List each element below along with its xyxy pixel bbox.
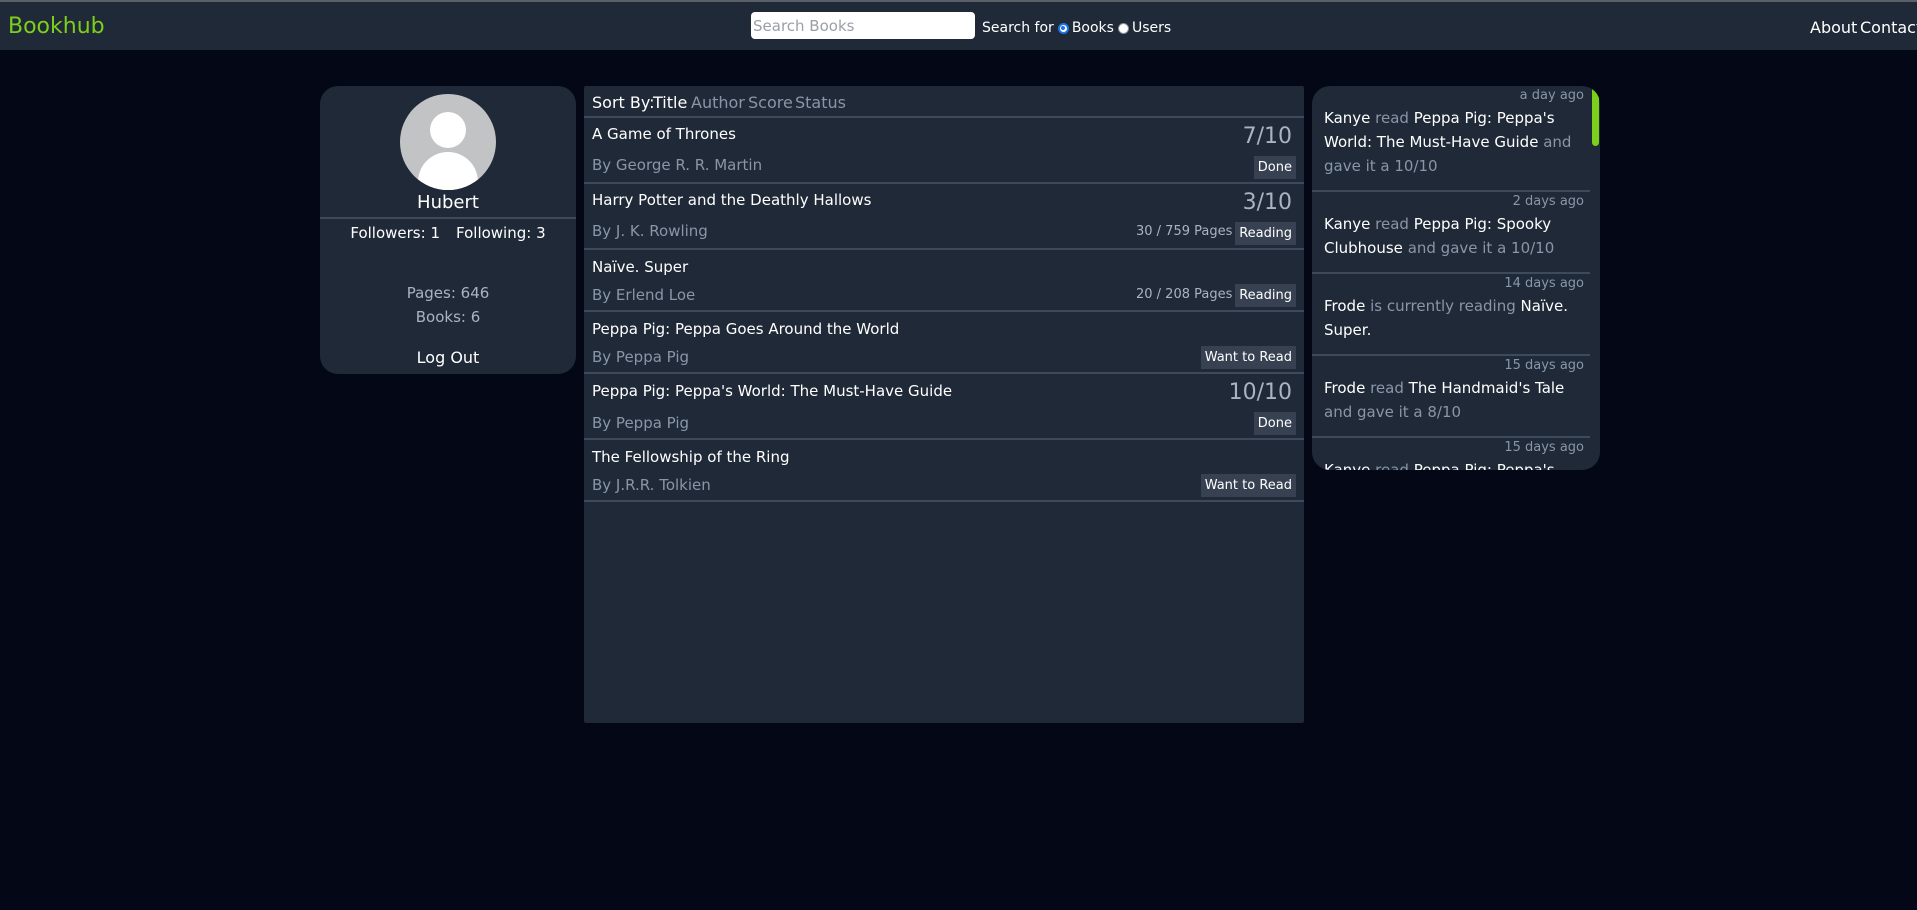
book-author: By George R. R. Martin bbox=[592, 156, 763, 174]
avatar bbox=[400, 94, 496, 190]
navbar: Bookhub Search for Books Users About Con… bbox=[0, 2, 1917, 50]
feed-text: Kanye read Peppa Pig: Peppa's World: The… bbox=[1324, 106, 1584, 178]
avatar-body-shape bbox=[418, 152, 478, 190]
following-count[interactable]: Following: 3 bbox=[456, 224, 546, 242]
search-type-selector: Search for Books Users bbox=[982, 20, 1171, 36]
logout-button[interactable]: Log Out bbox=[320, 348, 576, 367]
sort-title-button[interactable]: Title bbox=[653, 93, 687, 112]
pages-stat: Pages: 646 bbox=[406, 284, 490, 302]
feed-time: 14 days ago bbox=[1504, 276, 1584, 291]
avatar-head-shape bbox=[430, 112, 466, 148]
feed-verb: read bbox=[1375, 215, 1409, 233]
feed-text: Kanye read Peppa Pig: Spooky Clubhouse a… bbox=[1324, 212, 1584, 260]
book-title[interactable]: Peppa Pig: Peppa Goes Around the World bbox=[592, 320, 899, 338]
feed-item: 15 days ago Kanye read Peppa Pig: Peppa'… bbox=[1312, 438, 1590, 470]
feed-time: 2 days ago bbox=[1512, 194, 1584, 209]
book-row[interactable]: The Fellowship of the Ring By J.R.R. Tol… bbox=[584, 440, 1304, 502]
feed-time: a day ago bbox=[1519, 88, 1584, 103]
sort-label: Sort By: bbox=[592, 93, 655, 112]
feed-tail: and gave it a 10/10 bbox=[1407, 239, 1555, 257]
book-author: By Peppa Pig bbox=[592, 348, 690, 366]
book-row[interactable]: A Game of Thrones By George R. R. Martin… bbox=[584, 118, 1304, 184]
feed-scrollbar[interactable] bbox=[1592, 86, 1599, 146]
book-author: By Erlend Loe bbox=[592, 286, 696, 304]
feed-book[interactable]: The Handmaid's Tale bbox=[1409, 379, 1565, 397]
feed-item: 2 days ago Kanye read Peppa Pig: Spooky … bbox=[1312, 192, 1590, 274]
book-score: 10/10 bbox=[1228, 380, 1292, 405]
feed-book[interactable]: Peppa Pig: Peppa's bbox=[1414, 461, 1555, 470]
book-pages-progress: 30 / 759 Pages bbox=[1136, 224, 1233, 239]
book-row[interactable]: Peppa Pig: Peppa Goes Around the World B… bbox=[584, 312, 1304, 374]
feed-time: 15 days ago bbox=[1504, 440, 1584, 455]
feed-verb: is currently reading bbox=[1370, 297, 1516, 315]
feed-user[interactable]: Kanye bbox=[1324, 109, 1370, 127]
book-score: 7/10 bbox=[1242, 124, 1292, 149]
book-title[interactable]: A Game of Thrones bbox=[592, 125, 736, 143]
book-score: 3/10 bbox=[1242, 190, 1292, 215]
feed-time: 15 days ago bbox=[1504, 358, 1584, 373]
profile-username: Hubert bbox=[417, 192, 479, 213]
feed-text: Kanye read Peppa Pig: Peppa's bbox=[1324, 458, 1584, 470]
book-status-button[interactable]: Want to Read bbox=[1200, 346, 1296, 369]
feed-verb: read bbox=[1370, 379, 1404, 397]
feed-text: Frode is currently reading Naïve. Super. bbox=[1324, 294, 1584, 342]
book-author: By Peppa Pig bbox=[592, 414, 690, 432]
feed-user[interactable]: Frode bbox=[1324, 297, 1365, 315]
radio-books-label[interactable]: Books bbox=[1072, 20, 1114, 36]
profile-divider bbox=[320, 217, 576, 219]
search-input[interactable] bbox=[751, 12, 975, 39]
feed-tail: and gave it a 8/10 bbox=[1324, 403, 1462, 421]
book-pages-progress: 20 / 208 Pages bbox=[1136, 287, 1233, 302]
book-status-button[interactable]: Done bbox=[1253, 412, 1296, 435]
sort-status-button[interactable]: Status bbox=[795, 93, 846, 112]
radio-users-label[interactable]: Users bbox=[1132, 20, 1171, 36]
sort-bar: Sort By: Title Author Score Status bbox=[584, 86, 1304, 116]
book-title[interactable]: The Fellowship of the Ring bbox=[592, 448, 790, 466]
follow-stats: Followers: 1 Following: 3 bbox=[320, 224, 576, 242]
radio-users[interactable] bbox=[1117, 22, 1129, 34]
brand-logo[interactable]: Bookhub bbox=[8, 14, 105, 39]
book-status-button[interactable]: Reading bbox=[1235, 284, 1296, 307]
book-title[interactable]: Naïve. Super bbox=[592, 258, 688, 276]
book-author: By J. K. Rowling bbox=[592, 222, 708, 240]
book-status-button[interactable]: Want to Read bbox=[1200, 474, 1296, 497]
feed-user[interactable]: Kanye bbox=[1324, 461, 1370, 470]
feed-item: a day ago Kanye read Peppa Pig: Peppa's … bbox=[1312, 86, 1590, 192]
search-for-label: Search for bbox=[982, 20, 1054, 36]
nav-about-link[interactable]: About bbox=[1810, 18, 1857, 37]
nav-contact-link[interactable]: Contact bbox=[1860, 18, 1917, 37]
books-stat: Books: 6 bbox=[415, 308, 481, 326]
book-row[interactable]: Harry Potter and the Deathly Hallows By … bbox=[584, 184, 1304, 250]
book-row[interactable]: Naïve. Super By Erlend Loe 20 / 208 Page… bbox=[584, 250, 1304, 312]
feed-item: 14 days ago Frode is currently reading N… bbox=[1312, 274, 1590, 356]
sort-author-button[interactable]: Author bbox=[691, 93, 745, 112]
book-author: By J.R.R. Tolkien bbox=[592, 476, 711, 494]
sort-score-button[interactable]: Score bbox=[748, 93, 793, 112]
book-list: Sort By: Title Author Score Status A Gam… bbox=[584, 86, 1304, 723]
row-divider bbox=[584, 500, 1304, 502]
feed-item: 15 days ago Frode read The Handmaid's Ta… bbox=[1312, 356, 1590, 438]
feed-verb: read bbox=[1375, 461, 1409, 470]
book-title[interactable]: Harry Potter and the Deathly Hallows bbox=[592, 191, 871, 209]
book-row[interactable]: Peppa Pig: Peppa's World: The Must-Have … bbox=[584, 374, 1304, 440]
book-status-button[interactable]: Reading bbox=[1235, 222, 1296, 245]
book-title[interactable]: Peppa Pig: Peppa's World: The Must-Have … bbox=[592, 382, 952, 400]
profile-card: Hubert Followers: 1 Following: 3 Pages: 6… bbox=[320, 86, 576, 374]
feed-user[interactable]: Kanye bbox=[1324, 215, 1370, 233]
feed-text: Frode read The Handmaid's Tale and gave … bbox=[1324, 376, 1584, 424]
feed-user[interactable]: Frode bbox=[1324, 379, 1365, 397]
followers-count[interactable]: Followers: 1 bbox=[350, 224, 440, 242]
feed-verb: read bbox=[1375, 109, 1409, 127]
radio-books[interactable] bbox=[1057, 22, 1069, 34]
activity-feed[interactable]: a day ago Kanye read Peppa Pig: Peppa's … bbox=[1312, 86, 1600, 470]
book-status-button[interactable]: Done bbox=[1253, 156, 1296, 179]
